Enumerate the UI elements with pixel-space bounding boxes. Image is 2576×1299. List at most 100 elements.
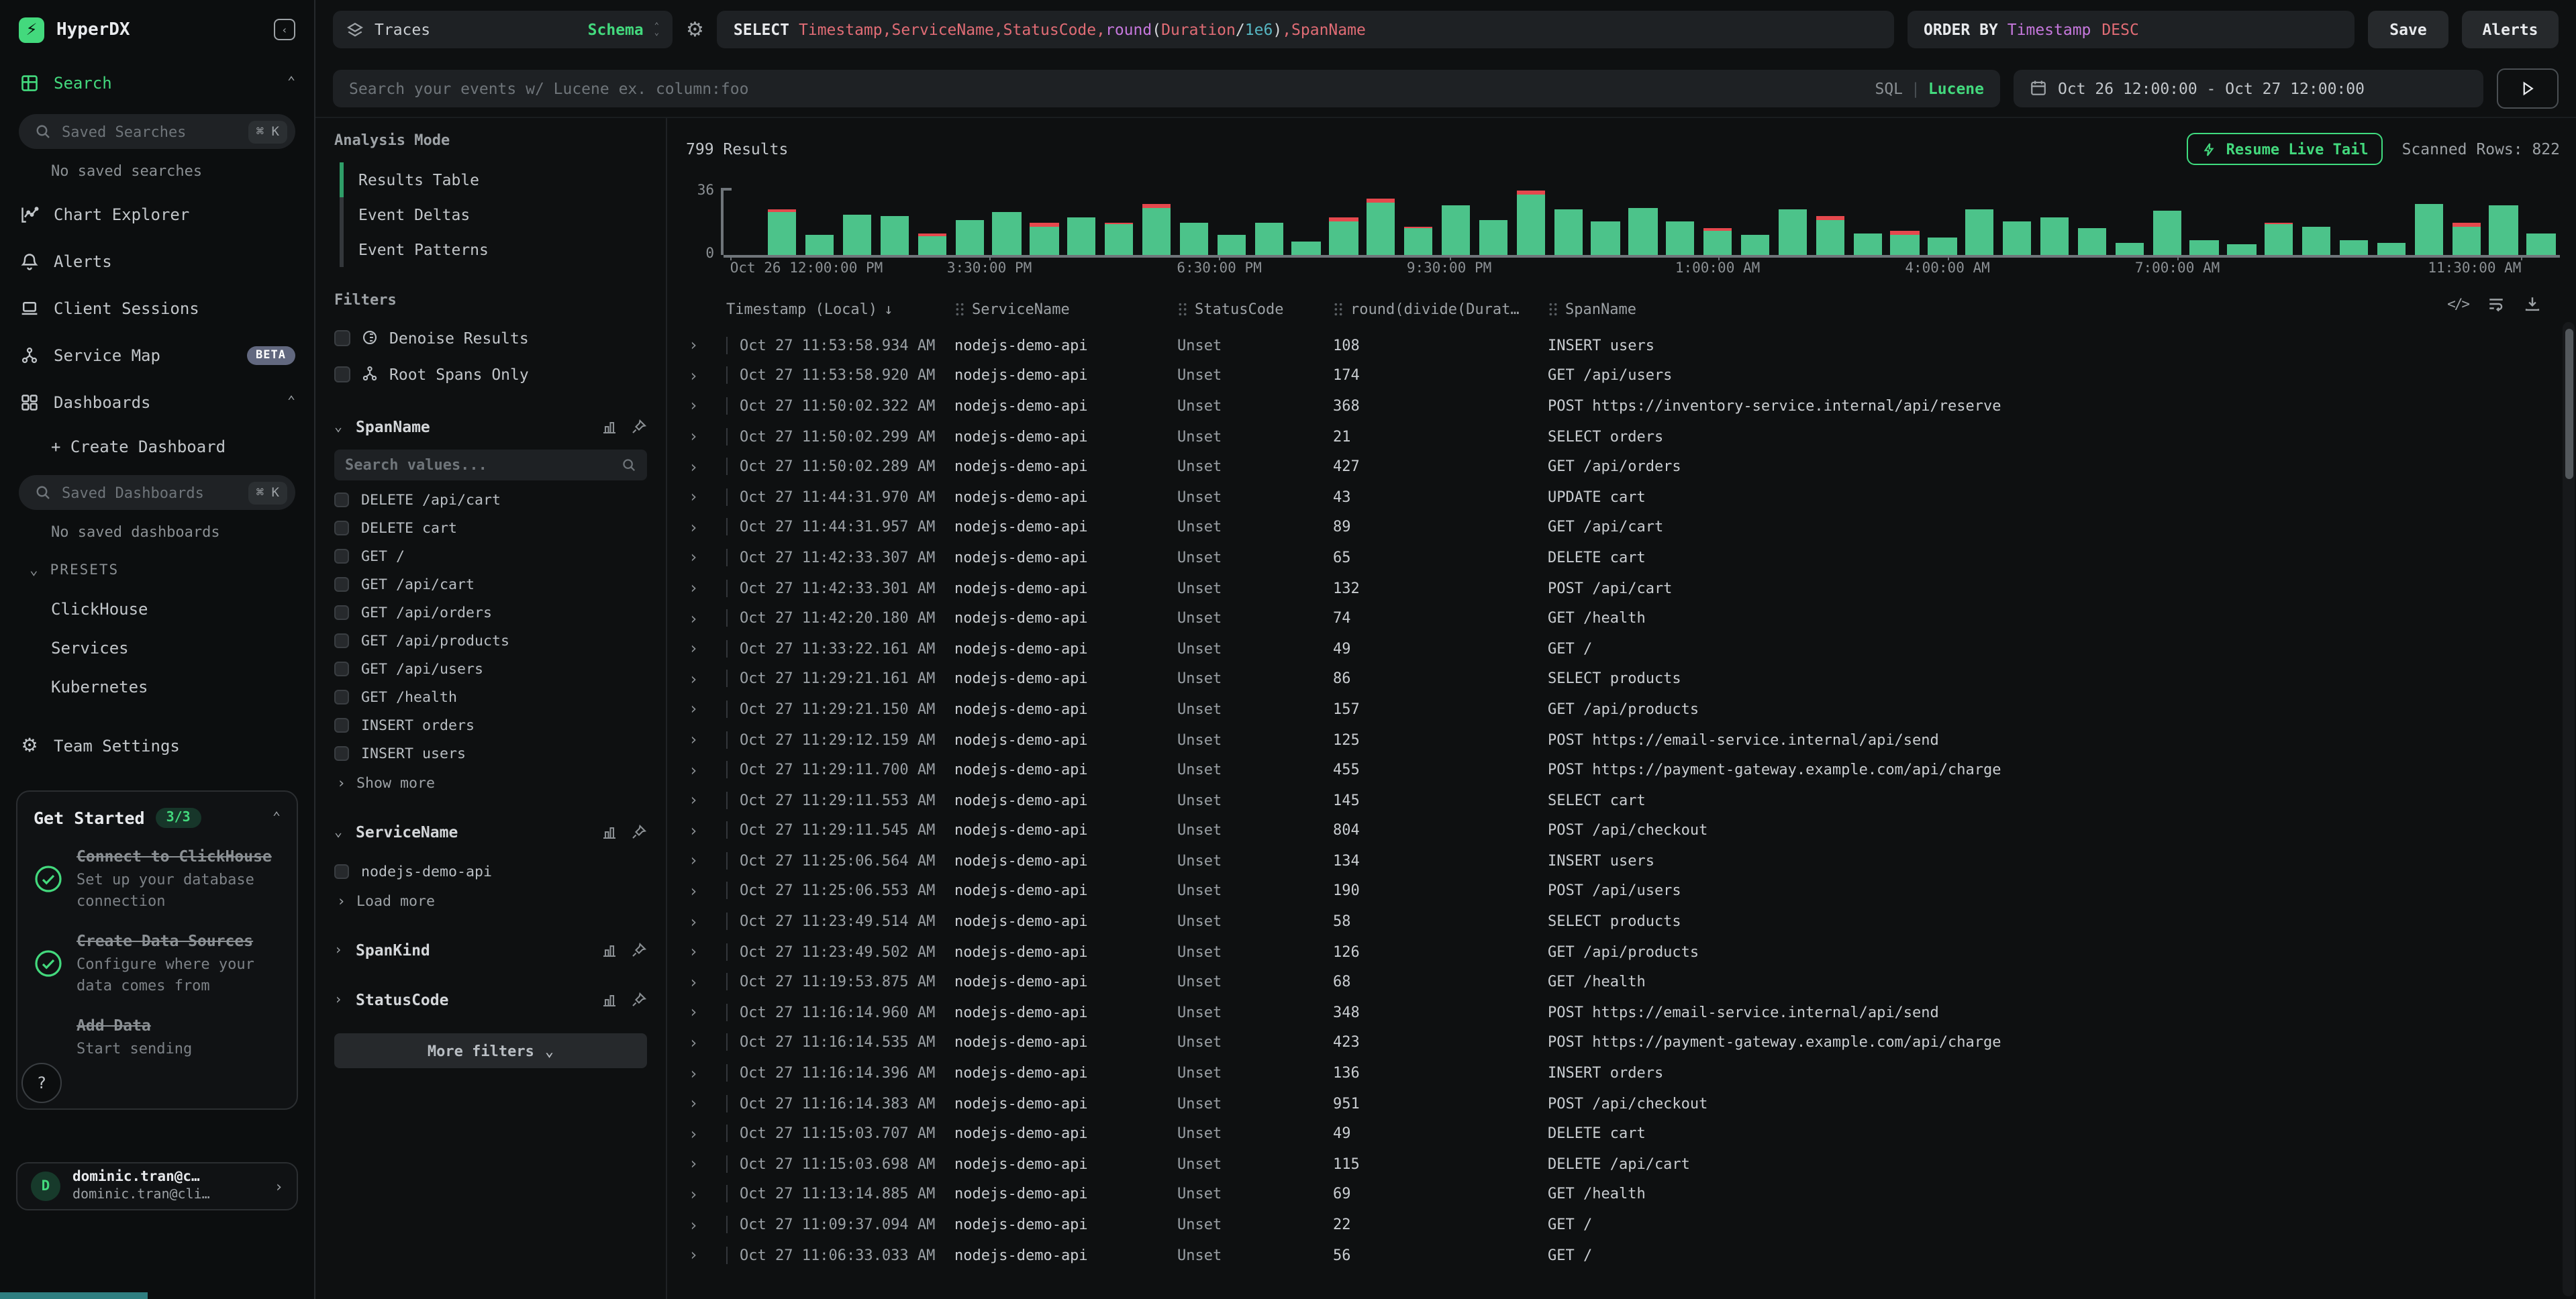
checkbox[interactable] [334,549,349,564]
histogram-bar[interactable] [1175,188,1213,255]
chart-icon[interactable] [601,992,617,1008]
table-row[interactable]: › Oct 27 11:50:02.299 AM nodejs-demo-api… [686,421,2560,452]
table-row[interactable]: › Oct 27 11:09:37.094 AM nodejs-demo-api… [686,1209,2560,1239]
vertical-scrollbar-thumb[interactable] [2565,329,2573,479]
expand-row-icon[interactable]: › [686,609,726,627]
filter-value[interactable]: INSERT users [334,739,647,768]
expand-row-icon[interactable]: › [686,1063,726,1082]
create-dashboard-button[interactable]: + Create Dashboard [0,425,314,467]
table-row[interactable]: › Oct 27 11:29:11.700 AM nodejs-demo-api… [686,755,2560,785]
expand-row-icon[interactable]: › [686,942,726,961]
filter-value[interactable]: DELETE cart [334,514,647,542]
filter-value[interactable]: GET /api/users [334,655,647,683]
get-started-item[interactable]: Create Data Sources Configure where your… [34,930,281,997]
table-row[interactable]: › Oct 27 11:15:03.698 AM nodejs-demo-api… [686,1149,2560,1179]
histogram-bar[interactable] [951,188,989,255]
saved-searches-input[interactable]: Saved Searches ⌘ K [19,114,295,149]
filter-value[interactable]: GET /health [334,683,647,711]
table-row[interactable]: › Oct 27 11:33:22.161 AM nodejs-demo-api… [686,633,2560,664]
checkbox[interactable] [334,492,349,507]
column-header[interactable]: ServiceName [954,300,1177,317]
histogram-bar[interactable] [1961,188,1999,255]
expand-row-icon[interactable]: › [686,973,726,992]
preset-clickhouse[interactable]: ClickHouse [0,589,314,628]
table-row[interactable]: › Oct 27 11:25:06.564 AM nodejs-demo-api… [686,845,2560,876]
analysis-mode-event-deltas[interactable]: Event Deltas [334,197,647,232]
histogram-bar[interactable] [876,188,913,255]
histogram-bar[interactable] [2335,188,2373,255]
table-row[interactable]: › Oct 27 11:16:14.396 AM nodejs-demo-api… [686,1058,2560,1088]
presets-toggle[interactable]: ⌄ PRESETS [0,552,314,589]
expand-row-icon[interactable]: › [686,397,726,415]
table-row[interactable]: › Oct 27 11:06:33.033 AM nodejs-demo-api… [686,1240,2560,1270]
resume-live-tail-button[interactable]: Resume Live Tail [2187,133,2383,165]
download-icon[interactable] [2524,295,2541,313]
histogram-bar[interactable] [1437,188,1475,255]
expand-row-icon[interactable]: › [686,790,726,809]
expand-row-icon[interactable]: › [686,670,726,688]
alerts-button[interactable]: Alerts [2462,11,2559,48]
pin-icon[interactable] [631,419,647,435]
table-row[interactable]: › Oct 27 11:23:49.502 AM nodejs-demo-api… [686,937,2560,967]
table-row[interactable]: › Oct 27 11:50:02.322 AM nodejs-demo-api… [686,391,2560,421]
horizontal-scrollbar-thumb[interactable] [0,1292,148,1299]
expand-row-icon[interactable]: › [686,427,726,446]
histogram-bar[interactable] [1138,188,1175,255]
table-row[interactable]: › Oct 27 11:53:58.920 AM nodejs-demo-api… [686,360,2560,391]
histogram-bar[interactable] [913,188,951,255]
table-row[interactable]: › Oct 27 11:29:11.553 AM nodejs-demo-api… [686,785,2560,815]
expand-row-icon[interactable]: › [686,1124,726,1143]
histogram-bar[interactable] [1287,188,1325,255]
histogram-bar[interactable] [1699,188,1737,255]
run-query-button[interactable] [2497,68,2559,108]
expand-row-icon[interactable]: › [686,336,726,355]
expand-row-icon[interactable]: › [686,548,726,567]
histogram-bar[interactable] [1026,188,1063,255]
preset-services[interactable]: Services [0,628,314,667]
date-range-picker[interactable]: Oct 26 12:00:00 - Oct 27 12:00:00 [2014,69,2483,107]
drag-handle-icon[interactable] [1548,301,1558,316]
filter-value[interactable]: GET /api/cart [334,570,647,599]
histogram-bar[interactable] [2410,188,2448,255]
checkbox[interactable] [334,746,349,761]
drag-handle-icon[interactable] [1177,301,1188,316]
expand-row-icon[interactable]: › [686,760,726,779]
user-menu[interactable]: D dominic.tran@c… dominic.tran@cli… › [16,1162,298,1210]
histogram-bar[interactable] [988,188,1026,255]
expand-row-icon[interactable]: › [686,1245,726,1264]
checkbox[interactable] [334,366,350,382]
histogram-bar[interactable] [2298,188,2336,255]
sidebar-item-dashboards[interactable]: Dashboards ⌃ [0,378,314,425]
preset-kubernetes[interactable]: Kubernetes [0,667,314,706]
source-select[interactable]: Traces Schema ⌃⌄ [333,11,673,48]
chevron-up-icon[interactable]: ⌃ [273,811,281,825]
expand-row-icon[interactable]: › [686,1155,726,1174]
filter-value[interactable]: GET /api/orders [334,599,647,627]
histogram-bar[interactable] [2522,188,2560,255]
table-row[interactable]: › Oct 27 11:44:31.970 AM nodejs-demo-api… [686,482,2560,512]
expand-row-icon[interactable]: › [686,457,726,476]
column-header[interactable]: round(divide(Durat… [1333,300,1548,317]
checkbox[interactable] [334,690,349,705]
table-row[interactable]: › Oct 27 11:42:33.307 AM nodejs-demo-api… [686,542,2560,572]
chart-icon[interactable] [601,942,617,958]
more-filters-button[interactable]: More filters ⌄ [334,1033,647,1068]
table-row[interactable]: › Oct 27 11:29:21.150 AM nodejs-demo-api… [686,694,2560,724]
sidebar-item-chart-explorer[interactable]: Chart Explorer [0,191,314,238]
sidebar-item-service-map[interactable]: Service Map BETA [0,331,314,378]
load-more-link[interactable]: › Load more [334,886,647,915]
table-row[interactable]: › Oct 27 11:50:02.289 AM nodejs-demo-api… [686,452,2560,482]
table-row[interactable]: › Oct 27 11:29:12.159 AM nodejs-demo-api… [686,724,2560,754]
histogram-bar[interactable] [1213,188,1250,255]
histogram-bar[interactable] [1849,188,1887,255]
checkbox[interactable] [334,718,349,733]
get-started-item[interactable]: Add Data Start sending [34,1015,281,1063]
toggle-denoise-results[interactable]: Denoise Results [334,319,647,356]
sidebar-item-alerts[interactable]: Alerts [0,238,314,284]
analysis-mode-event-patterns[interactable]: Event Patterns [334,232,647,267]
sidebar-collapse-icon[interactable]: ‹ [274,19,295,40]
checkbox[interactable] [334,633,349,648]
order-by-input[interactable]: ORDER BY Timestamp DESC [1908,11,2355,48]
chart-icon[interactable] [601,419,617,435]
histogram-bar[interactable] [2111,188,2148,255]
